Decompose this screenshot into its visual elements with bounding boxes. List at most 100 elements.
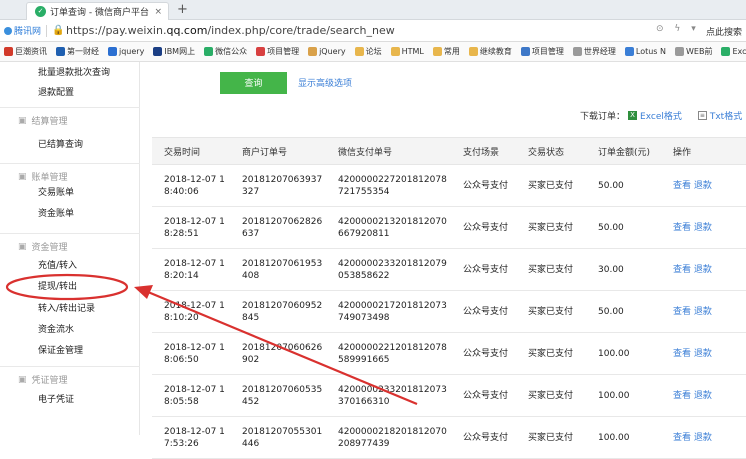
bookmark-label: jquery bbox=[119, 47, 145, 56]
money-bag-icon: ▣ bbox=[18, 241, 27, 252]
folder-icon bbox=[390, 47, 400, 56]
txt-download-link[interactable]: Txt格式 bbox=[710, 109, 742, 122]
bookmark-item[interactable]: 巨潮资讯 bbox=[4, 46, 47, 57]
bookmark-item[interactable]: jQuery bbox=[308, 47, 346, 56]
refund-link[interactable]: 退款 bbox=[694, 349, 712, 359]
view-link[interactable]: 查看 bbox=[673, 433, 691, 443]
table-cell: 买家已支付 bbox=[516, 290, 586, 333]
view-link[interactable]: 查看 bbox=[673, 181, 691, 191]
refund-link[interactable]: 退款 bbox=[694, 391, 712, 401]
bookmark-label: 常用 bbox=[443, 47, 460, 56]
excel-download-link[interactable]: Excel格式 bbox=[640, 109, 682, 122]
folder-icon bbox=[468, 47, 478, 56]
action-cell: 查看 退款 bbox=[661, 248, 746, 291]
bookmark-favicon-icon bbox=[256, 47, 266, 56]
refund-link[interactable]: 退款 bbox=[694, 223, 712, 233]
action-cell: 查看 退款 bbox=[661, 374, 746, 417]
table-cell: 2018-12-07 18:05:58 bbox=[152, 374, 230, 417]
refund-link[interactable]: 退款 bbox=[694, 265, 712, 275]
column-header: 商户订单号 bbox=[230, 137, 326, 165]
voucher-icon: ▣ bbox=[18, 374, 27, 385]
refund-link[interactable]: 退款 bbox=[694, 433, 712, 443]
query-button[interactable]: 查询 bbox=[220, 72, 287, 94]
table-cell: 4200000218201812070208977439 bbox=[326, 416, 451, 459]
lock-icon[interactable]: 🔒 bbox=[52, 25, 64, 36]
sidebar-group-divider bbox=[0, 233, 140, 234]
sidebar-group-title: ▣ 资金管理 bbox=[18, 240, 68, 254]
download-label: 下载订单： bbox=[580, 112, 626, 122]
table-cell: 2018-12-07 18:28:51 bbox=[152, 206, 230, 249]
orders-table: 交易时间 商户订单号 微信支付单号 支付场景 交易状态 订单金额(元) 操作 2018-12… bbox=[152, 137, 746, 459]
table-cell: 20181207055301446 bbox=[230, 416, 326, 459]
sidebar-item[interactable]: 交易账单 bbox=[38, 185, 74, 198]
bookmark-item[interactable]: WEB前 bbox=[675, 46, 712, 57]
bookmark-item[interactable]: 继续教育 bbox=[468, 46, 512, 57]
sidebar-item[interactable]: 提现/转出 bbox=[38, 279, 77, 292]
bookmark-item[interactable]: 常用 bbox=[432, 46, 460, 57]
bookmark-item[interactable]: 项目管理 bbox=[520, 46, 564, 57]
tab-close-icon[interactable]: × bbox=[154, 7, 162, 17]
table-cell: 买家已支付 bbox=[516, 416, 586, 459]
bookmark-label: HTML bbox=[401, 47, 424, 56]
table-cell: 2018-12-07 17:53:26 bbox=[152, 416, 230, 459]
new-tab-button[interactable]: + bbox=[177, 2, 188, 17]
table-cell: 20181207060952845 bbox=[230, 290, 326, 333]
bookmark-item[interactable]: 世界经理 bbox=[572, 46, 616, 57]
bookmark-item[interactable]: HTML bbox=[390, 47, 424, 56]
bookmark-item[interactable]: IBM网上 bbox=[153, 46, 195, 57]
sidebar-item[interactable]: 已结算查询 bbox=[38, 137, 83, 150]
view-link[interactable]: 查看 bbox=[673, 349, 691, 359]
bookmark-item[interactable]: 项目管理 bbox=[256, 46, 299, 57]
bookmark-item[interactable]: 第一财经 bbox=[56, 46, 99, 57]
sidebar-item[interactable]: 退款配置 bbox=[38, 85, 74, 98]
bookmark-item[interactable]: Excel教 bbox=[721, 46, 746, 57]
view-link[interactable]: 查看 bbox=[673, 223, 691, 233]
sidebar-group-title: ▣ 账单管理 bbox=[18, 170, 68, 184]
browser-tab[interactable]: ✓ 订单查询 - 微信商户平台 × bbox=[26, 2, 169, 20]
address-tools-icons[interactable]: ⊙ ϟ ▾ bbox=[656, 24, 700, 34]
sidebar-group-divider bbox=[0, 366, 140, 367]
table-cell: 公众号支付 bbox=[451, 332, 516, 375]
table-cell: 50.00 bbox=[586, 290, 661, 333]
column-header: 支付场景 bbox=[451, 137, 516, 165]
view-link[interactable]: 查看 bbox=[673, 265, 691, 275]
table-body: 2018-12-07 18:40:06 20181207063937327 4200… bbox=[152, 164, 746, 459]
table-cell: 20181207060535452 bbox=[230, 374, 326, 417]
bookmarks-bar: 巨潮资讯 第一财经 jquery IBM网上 微信公众 项目管理 jQuery 论坛 HTML 常… bbox=[0, 42, 746, 62]
bookmark-label: 第一财经 bbox=[67, 47, 99, 56]
table-row: 2018-12-07 18:40:06 20181207063937327 4200… bbox=[152, 164, 746, 207]
sidebar-item[interactable]: 资金流水 bbox=[38, 322, 74, 335]
column-header: 交易时间 bbox=[152, 137, 230, 165]
table-cell: 20181207063937327 bbox=[230, 164, 326, 207]
bookmark-item[interactable]: Lotus N bbox=[624, 47, 666, 56]
bookmark-label: IBM网上 bbox=[164, 47, 196, 56]
table-cell: 公众号支付 bbox=[451, 248, 516, 291]
sidebar-item[interactable]: 资金账单 bbox=[38, 206, 74, 219]
bookmark-favicon-icon bbox=[624, 47, 634, 56]
search-link[interactable]: 点此搜索 bbox=[706, 25, 742, 38]
sidebar-item[interactable]: 转入/转出记录 bbox=[38, 301, 95, 314]
url-field[interactable]: https://pay.weixin.qq.com/index.php/core… bbox=[66, 24, 395, 37]
view-link[interactable]: 查看 bbox=[673, 307, 691, 317]
bookmark-favicon-icon bbox=[520, 47, 530, 56]
bookmark-item[interactable]: 论坛 bbox=[354, 46, 382, 57]
table-cell: 4200000221201812078589991665 bbox=[326, 332, 451, 375]
table-cell: 2018-12-07 18:06:50 bbox=[152, 332, 230, 375]
bookmark-item[interactable]: 微信公众 bbox=[204, 46, 247, 57]
bookmark-label: 巨潮资讯 bbox=[15, 47, 47, 56]
refund-link[interactable]: 退款 bbox=[694, 307, 712, 317]
sidebar-item[interactable]: 电子凭证 bbox=[38, 392, 74, 405]
bill-icon: ▣ bbox=[18, 171, 27, 182]
table-cell: 公众号支付 bbox=[451, 374, 516, 417]
origin-badge[interactable]: 腾讯网 bbox=[0, 24, 41, 37]
column-header: 订单金额(元) bbox=[586, 137, 661, 165]
advanced-options-link[interactable]: 显示高级选项 bbox=[298, 76, 352, 89]
view-link[interactable]: 查看 bbox=[673, 391, 691, 401]
table-row: 2018-12-07 18:28:51 20181207062826637 4200… bbox=[152, 206, 746, 249]
table-cell: 买家已支付 bbox=[516, 332, 586, 375]
sidebar-item[interactable]: 保证金管理 bbox=[38, 343, 83, 356]
sidebar-item[interactable]: 批量退款批次查询 bbox=[38, 65, 110, 78]
bookmark-item[interactable]: jquery bbox=[108, 47, 144, 56]
refund-link[interactable]: 退款 bbox=[694, 181, 712, 191]
sidebar-item[interactable]: 充值/转入 bbox=[38, 258, 77, 271]
